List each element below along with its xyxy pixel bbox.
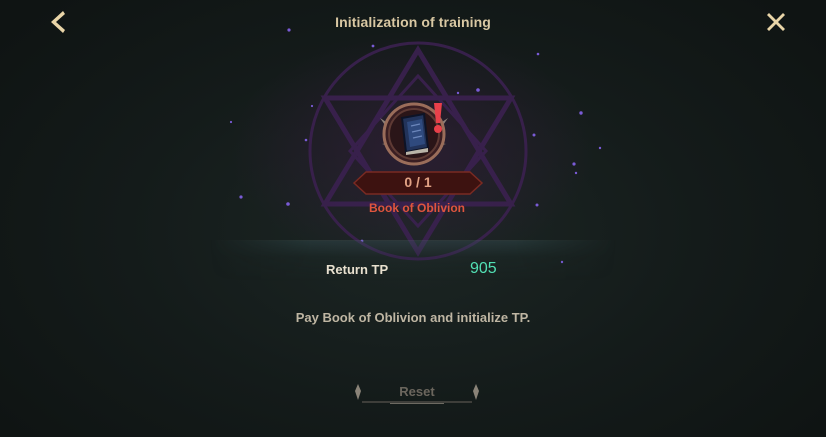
close-icon <box>767 13 785 31</box>
close-button[interactable] <box>762 8 790 36</box>
description-text: Pay Book of Oblivion and initialize TP. <box>295 310 531 325</box>
reset-button[interactable]: Reset <box>350 378 484 408</box>
book-icon <box>400 112 430 155</box>
item-name: Book of Oblivion <box>369 201 465 215</box>
training-init-screen: Initialization of training 0 / 1 Book of… <box>0 0 826 437</box>
return-tp-label: Return TP <box>326 262 389 277</box>
item-count: 0 / 1 <box>404 174 432 190</box>
page-title: Initialization of training <box>335 14 491 30</box>
return-tp-value: 905 <box>470 260 497 277</box>
divider-glow <box>210 240 616 281</box>
reset-button-label: Reset <box>399 384 435 399</box>
exclamation-icon <box>434 103 442 133</box>
